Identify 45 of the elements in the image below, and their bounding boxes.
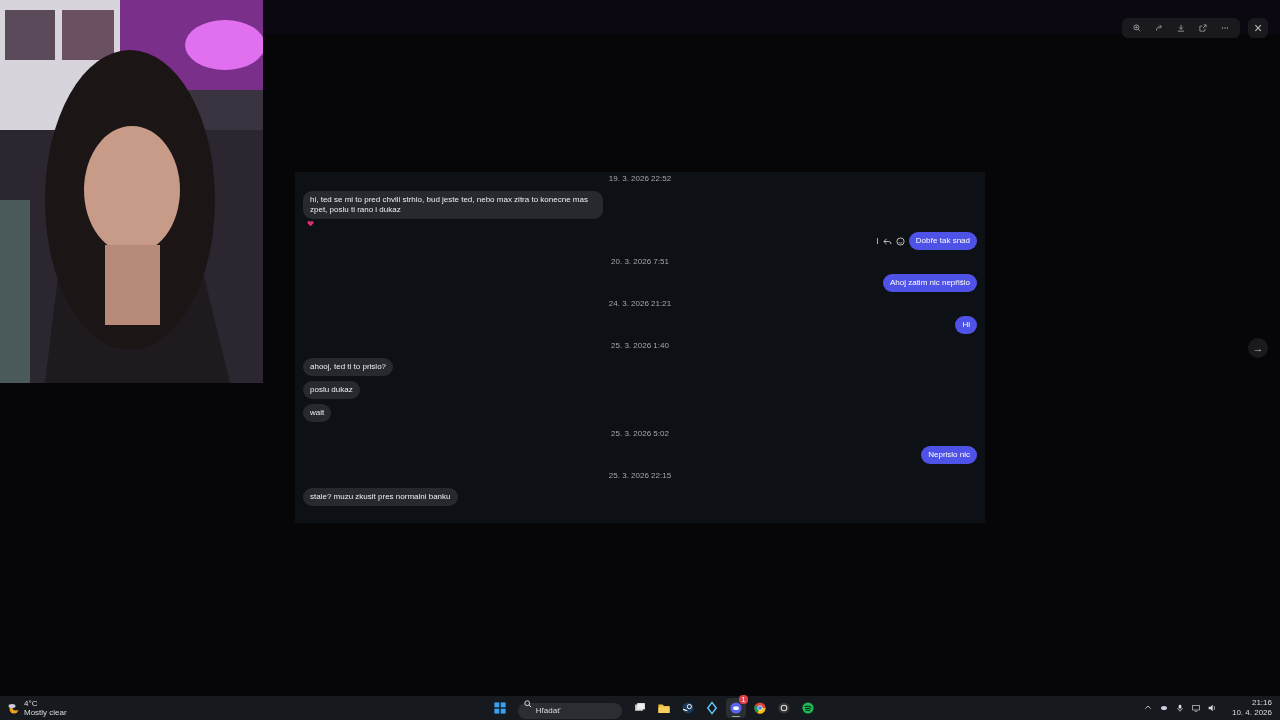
message-bubble: poslu dukaz (303, 381, 360, 399)
message-bubble: hi, ted se mi to pred chvili strhlo, bud jeste ted, nebo max zitra to konecne mas zpet, poslu ti rano i dukaz (303, 191, 603, 219)
date-separator: 24. 3. 2026 21:21 (608, 299, 672, 309)
heart-reaction-icon[interactable] (307, 219, 314, 227)
temperature-text: 4°C (24, 699, 39, 708)
message-bubble: stale? muzu zkusit pres normalni banku (303, 488, 458, 506)
next-button[interactable]: → (1248, 338, 1268, 358)
date-separator: 25. 3. 2026 1:40 (611, 341, 669, 351)
monitor-icon[interactable] (1191, 704, 1200, 712)
clock-time[interactable]: 21:16 (1231, 698, 1272, 708)
microphone-icon[interactable] (1175, 704, 1184, 712)
music-app-icon (800, 701, 815, 715)
date-separator: 19. 3. 2026 22:52 (608, 174, 672, 184)
message-bubble: Hi (955, 316, 977, 334)
message-bubble: ahooj, ted ti to prislo? (303, 358, 394, 376)
download-icon (1176, 23, 1186, 33)
message-bubble: Neprislo nic (921, 446, 977, 464)
chat-app-button[interactable]: 1 (725, 698, 746, 718)
weather-moon-icon[interactable] (8, 702, 20, 714)
clock-date[interactable]: 10. 4. 2026 (1231, 708, 1272, 718)
chat-app-icon (728, 701, 743, 715)
steam-icon (680, 701, 695, 715)
cloud-icon[interactable] (1159, 704, 1168, 712)
weather-text: Mostly clear (24, 708, 67, 717)
reply-icon[interactable] (882, 236, 892, 246)
share-arrow-icon (1154, 23, 1164, 33)
start-icon (492, 701, 507, 715)
external-window-icon (1198, 23, 1208, 33)
close-button[interactable]: × (1248, 18, 1268, 38)
speaker-icon[interactable] (1207, 704, 1216, 712)
browser-icon (752, 701, 767, 715)
date-separator: 25. 3. 2026 22:15 (608, 471, 672, 481)
zoom-icon (1132, 23, 1142, 33)
chevron-up-icon[interactable] (1143, 704, 1152, 712)
date-separator: 20. 3. 2026 7:51 (611, 257, 669, 267)
emoji-icon[interactable] (895, 236, 905, 246)
search-field[interactable]: Hľadať (517, 702, 622, 719)
ring-icon (776, 701, 791, 715)
message-bubble: Dobře tak snad (908, 232, 977, 250)
message-bubble: Ahoj zatim nic nepřišlo (882, 274, 977, 292)
diamond-icon (704, 701, 719, 715)
date-separator: 25. 3. 2026 5:02 (611, 429, 669, 439)
search-icon (523, 700, 532, 708)
notification-badge: 1 (739, 695, 748, 704)
message-bubble: wait (303, 404, 332, 422)
